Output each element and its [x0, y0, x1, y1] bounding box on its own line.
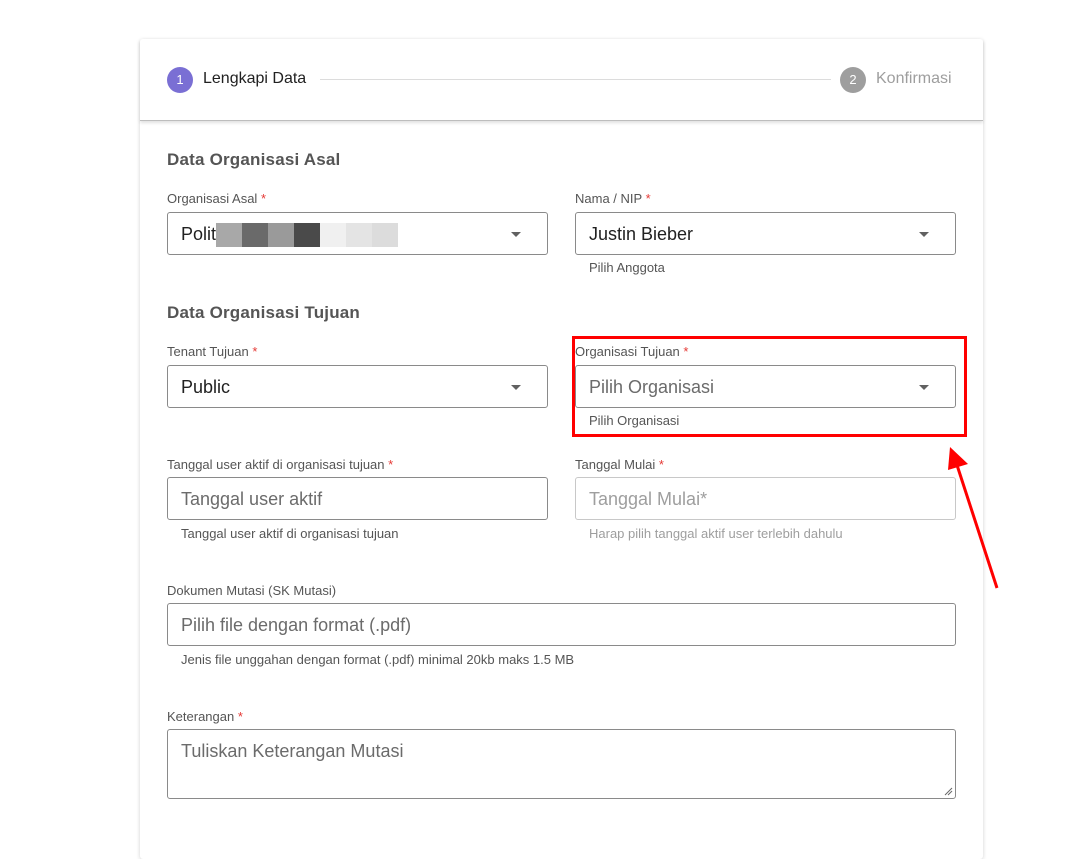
tanggal-user-aktif-label-text: Tanggal user aktif di organisasi tujuan	[167, 457, 385, 472]
step-1-label[interactable]: Lengkapi Data	[203, 70, 306, 88]
keterangan-textarea[interactable]: Tuliskan Keterangan Mutasi	[167, 729, 956, 799]
organisasi-asal-value: Polit	[181, 224, 217, 244]
redacted-mask	[216, 223, 398, 247]
annotation-arrow-icon	[948, 447, 999, 589]
tanggal-user-aktif-label: Tanggal user aktif di organisasi tujuan …	[167, 457, 393, 472]
dokumen-mutasi-hint: Jenis file unggahan dengan format (.pdf)…	[181, 652, 575, 667]
step-1-indicator[interactable]: 1	[167, 67, 193, 93]
step-2-label[interactable]: Konfirmasi	[876, 70, 952, 88]
highlight-annotation-box	[572, 336, 967, 437]
tanggal-mulai-label-text: Tanggal Mulai	[575, 457, 656, 472]
tenant-tujuan-select[interactable]: Public	[167, 365, 548, 408]
dokumen-mutasi-file-input[interactable]: Pilih file dengan format (.pdf)	[167, 603, 956, 646]
organisasi-asal-label-text: Organisasi Asal	[167, 191, 258, 206]
resize-handle-icon[interactable]	[944, 787, 953, 796]
tanggal-user-aktif-input[interactable]: Tanggal user aktif	[167, 477, 548, 520]
nama-nip-label: Nama / NIP *	[575, 191, 651, 206]
keterangan-label-text: Keterangan	[167, 709, 235, 724]
required-marker: *	[645, 191, 651, 206]
stepper-connector	[320, 79, 831, 80]
step-2-indicator[interactable]: 2	[840, 67, 866, 93]
tenant-tujuan-label-text: Tenant Tujuan	[167, 344, 249, 359]
nama-nip-label-text: Nama / NIP	[575, 191, 642, 206]
tanggal-mulai-hint: Harap pilih tanggal aktif user terlebih …	[589, 526, 843, 541]
dokumen-mutasi-label: Dokumen Mutasi (SK Mutasi)	[167, 583, 337, 598]
tenant-tujuan-value: Public	[181, 377, 231, 397]
required-marker: *	[252, 344, 258, 359]
tanggal-mulai-input[interactable]: Tanggal Mulai*	[575, 477, 956, 520]
required-marker: *	[658, 457, 664, 472]
tanggal-mulai-label: Tanggal Mulai *	[575, 457, 664, 472]
dropdown-caret-icon[interactable]	[919, 232, 929, 237]
nama-nip-hint: Pilih Anggota	[589, 260, 665, 275]
stepper: 1 Lengkapi Data 2 Konfirmasi	[140, 39, 983, 121]
section-title-asal: Data Organisasi Asal	[167, 150, 341, 169]
tanggal-user-aktif-hint: Tanggal user aktif di organisasi tujuan	[181, 526, 399, 541]
tanggal-mulai-placeholder: Tanggal Mulai*	[589, 489, 708, 509]
organisasi-asal-select[interactable]: Polit	[167, 212, 548, 255]
organisasi-asal-label: Organisasi Asal *	[167, 191, 266, 206]
required-marker: *	[237, 709, 243, 724]
section-title-tujuan: Data Organisasi Tujuan	[167, 303, 361, 322]
required-marker: *	[260, 191, 267, 206]
keterangan-placeholder: Tuliskan Keterangan Mutasi	[181, 741, 404, 761]
keterangan-label: Keterangan *	[167, 709, 243, 724]
dokumen-mutasi-placeholder: Pilih file dengan format (.pdf)	[181, 615, 412, 635]
nama-nip-value: Justin Bieber	[589, 224, 694, 244]
dropdown-caret-icon[interactable]	[511, 232, 521, 237]
dropdown-caret-icon[interactable]	[511, 385, 521, 390]
nama-nip-select[interactable]: Justin Bieber	[575, 212, 956, 255]
required-marker: *	[388, 457, 394, 472]
tanggal-user-aktif-placeholder: Tanggal user aktif	[181, 489, 323, 509]
tenant-tujuan-label: Tenant Tujuan *	[167, 344, 257, 359]
